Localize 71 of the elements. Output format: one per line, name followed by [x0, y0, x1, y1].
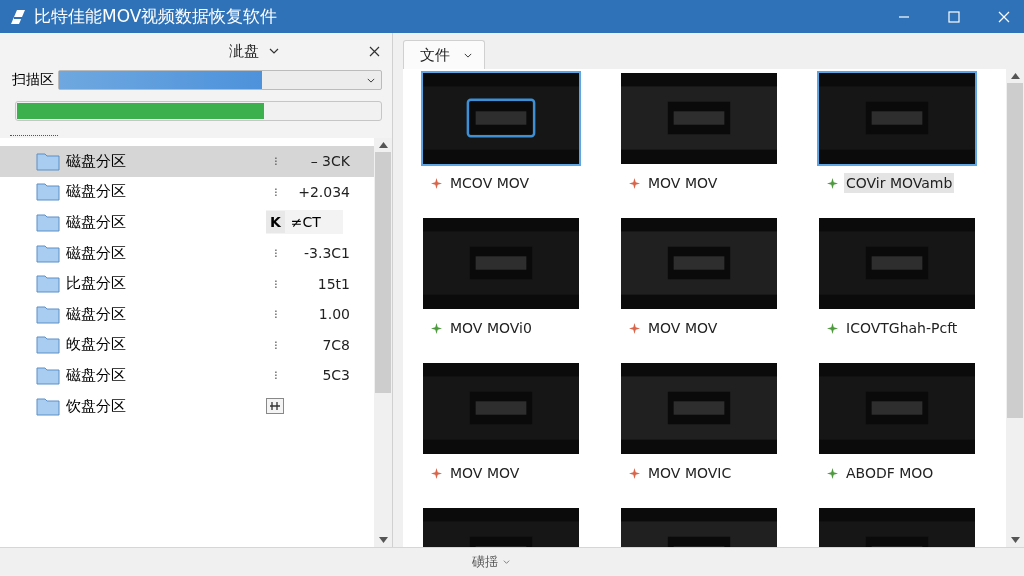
partition-row[interactable]: 磁盘分区 K ≠CT — [0, 207, 374, 238]
scan-area-dropdown[interactable] — [58, 70, 382, 90]
caret-icon — [464, 52, 472, 58]
partition-row[interactable]: 磁盘分区 ⁝ – 3CK — [0, 146, 374, 177]
partition-row[interactable]: 比盘分区 ⁝ 15t1 — [0, 268, 374, 299]
partition-name: 磁盘分区 — [66, 213, 127, 232]
row-marker: ⁝ — [273, 154, 279, 169]
partition-row[interactable]: 磁盘分区 ⁝ +2.034 — [0, 176, 374, 208]
partition-name: 饮盘分区 — [66, 396, 127, 416]
partition-name: 磁盘分区 — [66, 182, 127, 202]
partition-row[interactable]: 敀盘分区 ⁝ 7C8 — [0, 329, 374, 361]
file-name: MOV MOV — [647, 174, 719, 193]
scrollbar[interactable] — [1006, 69, 1024, 547]
folder-icon — [36, 365, 60, 385]
file-name: MOV MOVi0 — [449, 319, 533, 338]
partition-size: 15t1 — [316, 275, 350, 292]
partition-size: -3.3C1 — [303, 245, 350, 262]
partition-size: – 3CK — [309, 153, 350, 170]
partition-name: 比盘分区 — [66, 274, 127, 294]
folder-icon — [36, 243, 60, 263]
partition-row[interactable]: 磁盘分区 ⁝ -3.3C1 — [0, 237, 374, 269]
file-name: MOV MOV — [647, 319, 719, 338]
partition-size: +2.034 — [297, 183, 350, 200]
file-name: ABODF MOO — [845, 464, 935, 483]
window-title: 比特佳能MOV视频数据恢复软件 — [34, 5, 279, 28]
scroll-down-icon[interactable] — [378, 537, 388, 543]
folder-icon — [36, 213, 60, 232]
scroll-up-icon[interactable] — [1010, 73, 1020, 79]
folder-icon — [36, 182, 60, 202]
partition-size: 1.00 — [317, 306, 350, 323]
row-marker: ⁝ — [273, 246, 279, 261]
scroll-down-icon[interactable] — [1010, 537, 1020, 543]
folder-icon — [36, 335, 60, 355]
row-marker: ⁝ — [273, 184, 279, 199]
partition-row[interactable]: 磁盘分区 ⁝ 5C3 — [0, 360, 374, 391]
partition-name: 磁盘分区 — [66, 365, 127, 385]
row-marker: K — [266, 211, 285, 234]
drive-dropdown[interactable]: 泚盘 — [229, 41, 279, 61]
partition-name: 磁盘分区 — [66, 151, 127, 171]
folder-icon — [36, 304, 60, 324]
caret-icon — [367, 78, 375, 83]
row-marker: ⁝ — [273, 276, 279, 291]
row-marker: ⁝ — [273, 307, 279, 322]
file-name: ICOVTGhah-Pcft — [845, 319, 959, 338]
partition-row[interactable]: 饮盘分区 — [0, 390, 374, 422]
maximize-icon[interactable] — [948, 10, 960, 23]
caret-icon — [503, 560, 510, 564]
file-name: MOV MOV — [449, 464, 521, 483]
file-name: ⅯCOV MOV — [449, 174, 531, 193]
partition-size: 5C3 — [321, 367, 350, 384]
partition-name: 磁盘分区 — [66, 304, 127, 324]
folder-icon — [36, 151, 60, 171]
caret-icon — [269, 48, 279, 54]
partition-name: 敀盘分区 — [66, 335, 127, 355]
folder-icon — [36, 396, 60, 416]
partition-size: ≠CT — [289, 214, 322, 231]
files-tab[interactable]: 文件 — [403, 40, 485, 69]
close-icon[interactable] — [369, 45, 380, 57]
row-marker: ⁝ — [273, 337, 279, 352]
grid-icon[interactable] — [266, 398, 284, 415]
file-name: COVir MOVamb — [844, 173, 955, 193]
folder-icon — [36, 274, 60, 294]
status-dropdown[interactable]: 磺揺 — [472, 553, 510, 571]
partition-name: 磁盘分区 — [66, 243, 127, 263]
scroll-up-icon[interactable] — [378, 142, 388, 148]
partition-row[interactable]: 磁盘分区 ⁝ 1.00 — [0, 298, 374, 330]
row-marker: ⁝ — [273, 368, 279, 383]
partition-size: 7C8 — [321, 336, 350, 353]
scan-label: 扫描区 — [12, 71, 54, 89]
file-name: MOV MOVIC — [647, 464, 733, 483]
scrollbar[interactable] — [374, 138, 392, 547]
